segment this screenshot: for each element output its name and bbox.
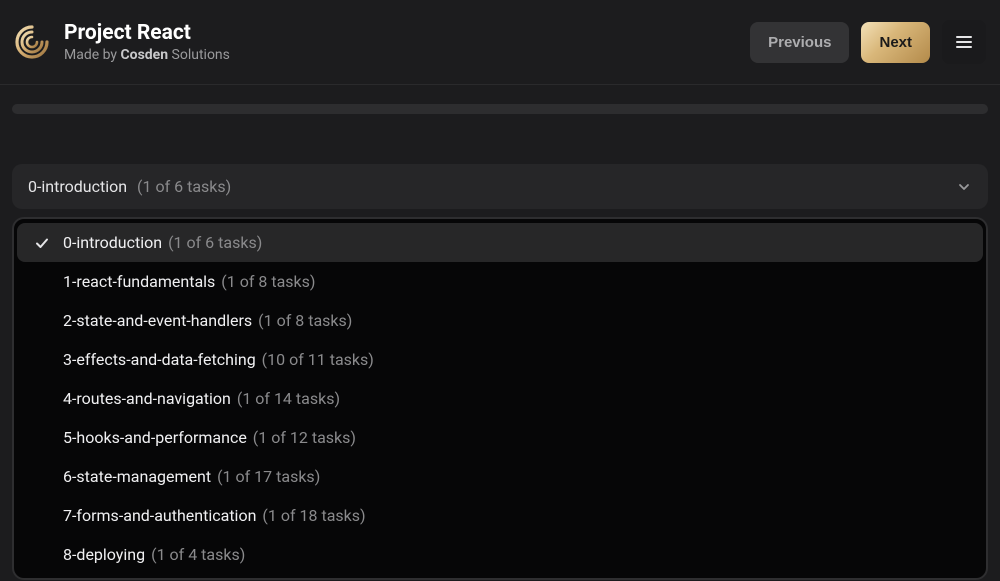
check-icon bbox=[34, 508, 50, 524]
module-count: (1 of 17 tasks) bbox=[217, 467, 320, 486]
selector-label: 0-introduction bbox=[28, 177, 127, 196]
progress-bar bbox=[12, 104, 988, 114]
module-label: 5-hooks-and-performance bbox=[63, 428, 247, 447]
check-icon bbox=[34, 352, 50, 368]
module-count: (1 of 12 tasks) bbox=[253, 428, 356, 447]
module-count: (1 of 8 tasks) bbox=[221, 272, 315, 291]
module-label: 0-introduction bbox=[63, 233, 162, 252]
module-label: 8-deploying bbox=[63, 545, 145, 564]
selector-count: (1 of 6 tasks) bbox=[137, 177, 231, 196]
previous-button[interactable]: Previous bbox=[750, 22, 849, 63]
brand: Project React Made by Cosden Solutions bbox=[14, 21, 230, 63]
check-icon bbox=[34, 547, 50, 563]
module-label: 1-react-fundamentals bbox=[63, 272, 215, 291]
check-icon bbox=[34, 391, 50, 407]
module-option[interactable]: 6-state-management (1 of 17 tasks) bbox=[17, 457, 983, 496]
next-button[interactable]: Next bbox=[861, 22, 930, 63]
module-label: 4-routes-and-navigation bbox=[63, 389, 231, 408]
module-option[interactable]: 2-state-and-event-handlers (1 of 8 tasks) bbox=[17, 301, 983, 340]
cosden-logo-icon bbox=[14, 24, 50, 60]
module-count: (1 of 18 tasks) bbox=[262, 506, 365, 525]
module-option[interactable]: 0-introduction (1 of 6 tasks) bbox=[17, 223, 983, 262]
check-icon bbox=[34, 430, 50, 446]
page-title: Project React bbox=[64, 21, 230, 45]
module-selector[interactable]: 0-introduction (1 of 6 tasks) bbox=[12, 164, 988, 209]
check-icon bbox=[34, 469, 50, 485]
module-label: 6-state-management bbox=[63, 467, 211, 486]
check-icon bbox=[34, 235, 50, 251]
chevron-down-icon bbox=[956, 179, 972, 195]
module-label: 3-effects-and-data-fetching bbox=[63, 350, 256, 369]
module-option[interactable]: 5-hooks-and-performance (1 of 12 tasks) bbox=[17, 418, 983, 457]
hamburger-icon bbox=[954, 32, 974, 52]
check-icon bbox=[34, 274, 50, 290]
module-count: (1 of 14 tasks) bbox=[237, 389, 340, 408]
module-label: 7-forms-and-authentication bbox=[63, 506, 256, 525]
menu-button[interactable] bbox=[942, 20, 986, 64]
page-subtitle: Made by Cosden Solutions bbox=[64, 47, 230, 63]
module-option[interactable]: 1-react-fundamentals (1 of 8 tasks) bbox=[17, 262, 983, 301]
check-icon bbox=[34, 313, 50, 329]
module-option[interactable]: 4-routes-and-navigation (1 of 14 tasks) bbox=[17, 379, 983, 418]
module-count: (10 of 11 tasks) bbox=[262, 350, 374, 369]
module-label: 2-state-and-event-handlers bbox=[63, 311, 252, 330]
module-option[interactable]: 8-deploying (1 of 4 tasks) bbox=[17, 535, 983, 574]
module-option[interactable]: 3-effects-and-data-fetching (10 of 11 tas… bbox=[17, 340, 983, 379]
module-count: (1 of 8 tasks) bbox=[258, 311, 352, 330]
module-option[interactable]: 7-forms-and-authentication (1 of 18 tasks… bbox=[17, 496, 983, 535]
module-count: (1 of 4 tasks) bbox=[151, 545, 245, 564]
module-count: (1 of 6 tasks) bbox=[168, 233, 262, 252]
module-dropdown: 0-introduction (1 of 6 tasks) 1-react-fund… bbox=[12, 217, 988, 580]
